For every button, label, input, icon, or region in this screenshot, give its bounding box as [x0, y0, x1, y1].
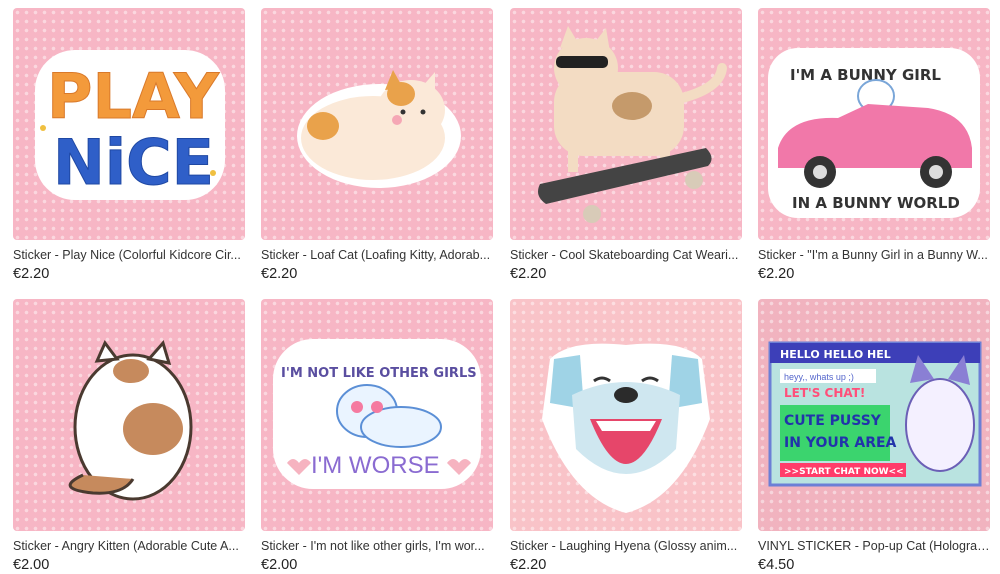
product-image[interactable]: [261, 8, 493, 240]
product-card[interactable]: PLAY NiCE Sticker - Play Nice (Colorful …: [13, 8, 245, 282]
product-card[interactable]: Sticker - Cool Skateboarding Cat Weari..…: [510, 8, 742, 282]
product-price: €2.20: [510, 557, 547, 573]
sticker-text: heyy,, whats up ;): [784, 372, 854, 382]
product-card[interactable]: Sticker - Angry Kitten (Adorable Cute A.…: [13, 299, 245, 573]
sticker-text: IN YOUR AREA: [784, 435, 897, 451]
sticker-text: NiCE: [53, 126, 214, 199]
product-title[interactable]: Sticker - Laughing Hyena (Glossy anim...: [510, 539, 742, 553]
angry-kitten-sticker-art: [68, 339, 193, 501]
product-price: €2.20: [13, 266, 50, 282]
sticker-text: CUTE PUSSY: [784, 413, 882, 429]
product-price: €2.00: [13, 557, 50, 573]
laughing-hyena-sticker-art: [542, 343, 710, 513]
product-price: €4.50: [758, 557, 795, 573]
pop-up-cat-sticker-art: HELLO HELLO HEL heyy,, whats up ;) LET'S…: [768, 341, 982, 487]
play-nice-sticker-art: PLAY NiCE: [35, 50, 225, 200]
product-title[interactable]: Sticker - I'm not like other girls, I'm …: [261, 539, 493, 553]
sticker-text: LET'S CHAT!: [784, 386, 865, 400]
product-image[interactable]: HELLO HELLO HEL heyy,, whats up ;) LET'S…: [758, 299, 990, 531]
product-image[interactable]: I'M A BUNNY GIRL IN A BUNNY WORLD: [758, 8, 990, 240]
loaf-cat-sticker-art: [297, 70, 461, 188]
product-title[interactable]: Sticker - "I'm a Bunny Girl in a Bunny W…: [758, 248, 990, 262]
product-card[interactable]: I'M NOT LIKE OTHER GIRLS I'M WORSE Stick…: [261, 299, 493, 573]
product-price: €2.20: [261, 266, 298, 282]
sticker-text: HELLO HELLO HEL: [780, 348, 891, 361]
product-card[interactable]: Sticker - Laughing Hyena (Glossy anim...…: [510, 299, 742, 573]
sticker-text: >>START CHAT NOW<<: [784, 467, 904, 477]
product-image[interactable]: [13, 299, 245, 531]
product-price: €2.20: [510, 266, 547, 282]
product-title[interactable]: VINYL STICKER - Pop-up Cat (Holograp...: [758, 539, 990, 553]
sticker-text: PLAY: [47, 60, 220, 133]
product-image[interactable]: [510, 8, 742, 240]
product-title[interactable]: Sticker - Angry Kitten (Adorable Cute A.…: [13, 539, 245, 553]
sticker-text: I'M NOT LIKE OTHER GIRLS: [281, 366, 477, 381]
product-image[interactable]: I'M NOT LIKE OTHER GIRLS I'M WORSE: [261, 299, 493, 531]
bunny-girl-car-sticker-art: I'M A BUNNY GIRL IN A BUNNY WORLD: [768, 48, 980, 218]
sticker-text: I'M WORSE: [311, 452, 440, 479]
not-like-other-girls-sticker-art: I'M NOT LIKE OTHER GIRLS I'M WORSE: [273, 339, 481, 489]
product-card[interactable]: HELLO HELLO HEL heyy,, whats up ;) LET'S…: [758, 299, 990, 573]
product-image[interactable]: PLAY NiCE: [13, 8, 245, 240]
product-card[interactable]: I'M A BUNNY GIRL IN A BUNNY WORLD Sticke…: [758, 8, 990, 282]
product-price: €2.00: [261, 557, 298, 573]
skateboarding-cat-sticker-art: [538, 26, 727, 223]
sticker-text: I'M A BUNNY GIRL: [790, 66, 941, 84]
product-card[interactable]: Sticker - Loaf Cat (Loafing Kitty, Adora…: [261, 8, 493, 282]
product-image[interactable]: [510, 299, 742, 531]
sticker-text: IN A BUNNY WORLD: [792, 194, 960, 212]
product-title[interactable]: Sticker - Play Nice (Colorful Kidcore Ci…: [13, 248, 245, 262]
product-price: €2.20: [758, 266, 795, 282]
product-title[interactable]: Sticker - Loaf Cat (Loafing Kitty, Adora…: [261, 248, 493, 262]
product-title[interactable]: Sticker - Cool Skateboarding Cat Weari..…: [510, 248, 742, 262]
